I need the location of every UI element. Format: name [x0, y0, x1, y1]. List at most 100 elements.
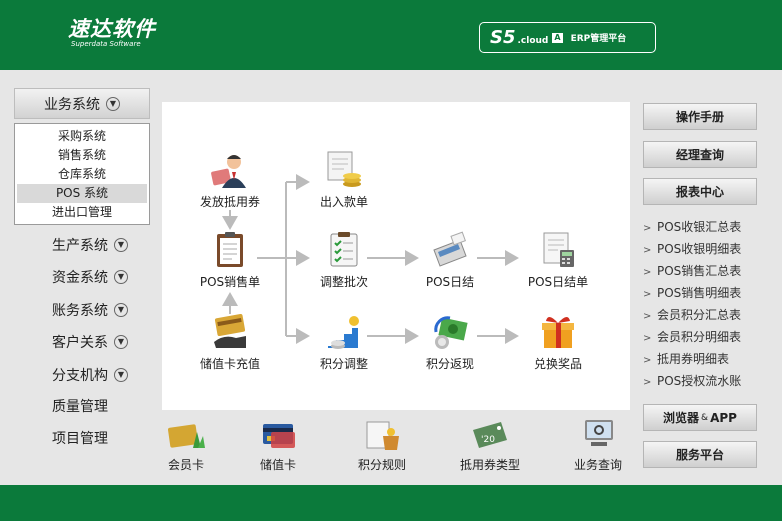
brand-logo: 速达软件 Superdata Software [68, 18, 156, 49]
chevron-down-icon: ▼ [114, 270, 128, 284]
report-item-pos-cash-detail[interactable]: > POS收银明细表 [643, 238, 768, 260]
manual-button[interactable]: 操作手册 [643, 103, 757, 130]
node-adjust-batch[interactable]: 调整批次 [304, 230, 384, 290]
report-item-pos-auth-log[interactable]: > POS授权流水账 [643, 370, 768, 392]
menu-crm[interactable]: 客户关系 ▼ [52, 331, 152, 353]
manager-query-button[interactable]: 经理查询 [643, 141, 757, 168]
submenu-item-import-export[interactable]: 进出口管理 [17, 203, 147, 222]
submenu-item-sales[interactable]: 销售系统 [17, 146, 147, 165]
node-pos-sales[interactable]: POS销售单 [190, 230, 270, 290]
chevron-right-icon: > [643, 333, 652, 344]
report-center-label: 报表中心 [675, 185, 724, 199]
menu-production[interactable]: 生产系统 ▼ [52, 234, 152, 256]
link-business-query[interactable]: 业务查询 [558, 418, 622, 473]
report-item-member-points-detail[interactable]: > 会员积分明细表 [643, 326, 768, 348]
logo-main-text: 速达软件 [68, 17, 156, 41]
badge-s5: S5 [490, 27, 516, 48]
menu-business-system-label: 业务系统 [44, 96, 100, 113]
report-item-label: POS销售明细表 [657, 286, 742, 300]
business-submenu: 采购系统 销售系统 仓库系统 POS 系统 进出口管理 [14, 123, 150, 225]
chevron-right-icon: > [643, 289, 652, 300]
report-item-pos-sales-detail[interactable]: > POS销售明细表 [643, 282, 768, 304]
menu-business-system[interactable]: 业务系统 ▼ [14, 88, 150, 119]
clipboard-icon [210, 230, 250, 270]
footer-bar [0, 485, 782, 521]
link-member-card[interactable]: 会员卡 [162, 418, 226, 473]
document-coins-icon [324, 150, 364, 190]
report-item-voucher-detail[interactable]: > 抵用券明细表 [643, 348, 768, 370]
chevron-right-icon: > [643, 223, 652, 234]
menu-crm-label: 客户关系 [52, 335, 108, 351]
node-pos-daily[interactable]: POS日结 [410, 230, 490, 290]
report-center-button[interactable]: 报表中心 [643, 178, 757, 205]
chevron-right-icon: > [643, 267, 652, 278]
stored-card-icon [257, 418, 299, 452]
node-in-out-receipt-label: 出入款单 [319, 195, 368, 209]
chevron-down-icon: ▼ [114, 335, 128, 349]
product-badge: S5 .cloud A ERP管理平台 [479, 22, 656, 53]
chevron-down-icon: ▼ [106, 96, 120, 111]
menu-funds[interactable]: 资金系统 ▼ [52, 266, 152, 288]
voucher-tag-icon: '20 [469, 418, 511, 452]
node-card-topup[interactable]: 储值卡充值 [190, 312, 270, 372]
manual-button-label: 操作手册 [675, 110, 724, 124]
menu-production-label: 生产系统 [52, 238, 108, 254]
header-bar: 速达软件 Superdata Software S5 .cloud A ERP管… [0, 0, 782, 70]
menu-funds-label: 资金系统 [52, 270, 108, 286]
node-pos-daily-report[interactable]: POS日结单 [518, 230, 598, 290]
chevron-right-icon: > [643, 311, 652, 322]
manager-query-label: 经理查询 [675, 148, 724, 162]
link-business-query-label: 业务查询 [573, 458, 622, 472]
node-redeem-prize[interactable]: 兑换奖品 [518, 312, 598, 372]
submenu-item-pos[interactable]: POS 系统 [17, 184, 147, 203]
gift-box-icon [538, 312, 578, 352]
report-item-pos-sales-summary[interactable]: > POS销售汇总表 [643, 260, 768, 282]
card-hand-icon [210, 312, 250, 352]
report-item-member-points-summary[interactable]: > 会员积分汇总表 [643, 304, 768, 326]
points-rule-icon [361, 418, 403, 452]
link-stored-card[interactable]: 储值卡 [238, 418, 318, 473]
service-platform-button[interactable]: 服务平台 [643, 441, 757, 468]
node-points-return-label: 积分返现 [425, 357, 474, 371]
report-item-label: POS收银明细表 [657, 242, 742, 256]
link-points-rule-label: 积分规则 [357, 458, 406, 472]
bottom-quick-links: 会员卡 储值卡 积分规则 '20 抵用券类型 业务查询 [162, 418, 622, 480]
node-pos-sales-label: POS销售单 [199, 275, 261, 289]
node-issue-voucher[interactable]: 发放抵用券 [190, 150, 270, 210]
member-card-icon [165, 418, 207, 452]
report-item-pos-cash-summary[interactable]: > POS收银汇总表 [643, 216, 768, 238]
menu-projects-label: 项目管理 [52, 431, 108, 447]
node-points-adjust-label: 积分调整 [319, 357, 368, 371]
chevron-down-icon: ▼ [114, 303, 128, 317]
report-item-label: POS收银汇总表 [657, 220, 742, 234]
node-points-adjust[interactable]: 积分调整 [304, 312, 384, 372]
badge-text: ERP管理平台 [570, 34, 627, 44]
chevron-right-icon: > [643, 245, 652, 256]
menu-quality[interactable]: 质量管理 [52, 395, 152, 417]
logo-sub-text: Superdata Software [71, 40, 141, 48]
menu-branches[interactable]: 分支机构 ▼ [52, 364, 152, 386]
menu-projects[interactable]: 项目管理 [52, 427, 152, 449]
node-pos-daily-report-label: POS日结单 [527, 275, 589, 289]
report-item-label: POS授权流水账 [657, 374, 742, 388]
report-item-label: 抵用券明细表 [657, 352, 730, 366]
browser-label: 浏览器 [663, 411, 700, 425]
node-points-return[interactable]: 积分返现 [410, 312, 490, 372]
browser-app-button[interactable]: 浏览器 & APP [643, 404, 757, 431]
menu-accounting[interactable]: 账务系统 ▼ [52, 299, 152, 321]
chevron-right-icon: > [643, 377, 652, 388]
link-voucher-type[interactable]: '20 抵用券类型 [450, 418, 530, 473]
badge-a: A [552, 32, 563, 43]
submenu-item-warehouse[interactable]: 仓库系统 [17, 165, 147, 184]
chevron-right-icon: > [643, 355, 652, 366]
app-label: APP [710, 410, 737, 425]
menu-quality-label: 质量管理 [52, 399, 108, 415]
report-item-label: 会员积分汇总表 [657, 308, 742, 322]
link-points-rule[interactable]: 积分规则 [342, 418, 422, 473]
chevron-down-icon: ▼ [114, 238, 128, 252]
checklist-icon [324, 230, 364, 270]
submenu-item-purchase[interactable]: 采购系统 [17, 127, 147, 146]
money-return-icon [430, 312, 470, 352]
report-item-label: 会员积分明细表 [657, 330, 742, 344]
node-in-out-receipt[interactable]: 出入款单 [304, 150, 384, 210]
